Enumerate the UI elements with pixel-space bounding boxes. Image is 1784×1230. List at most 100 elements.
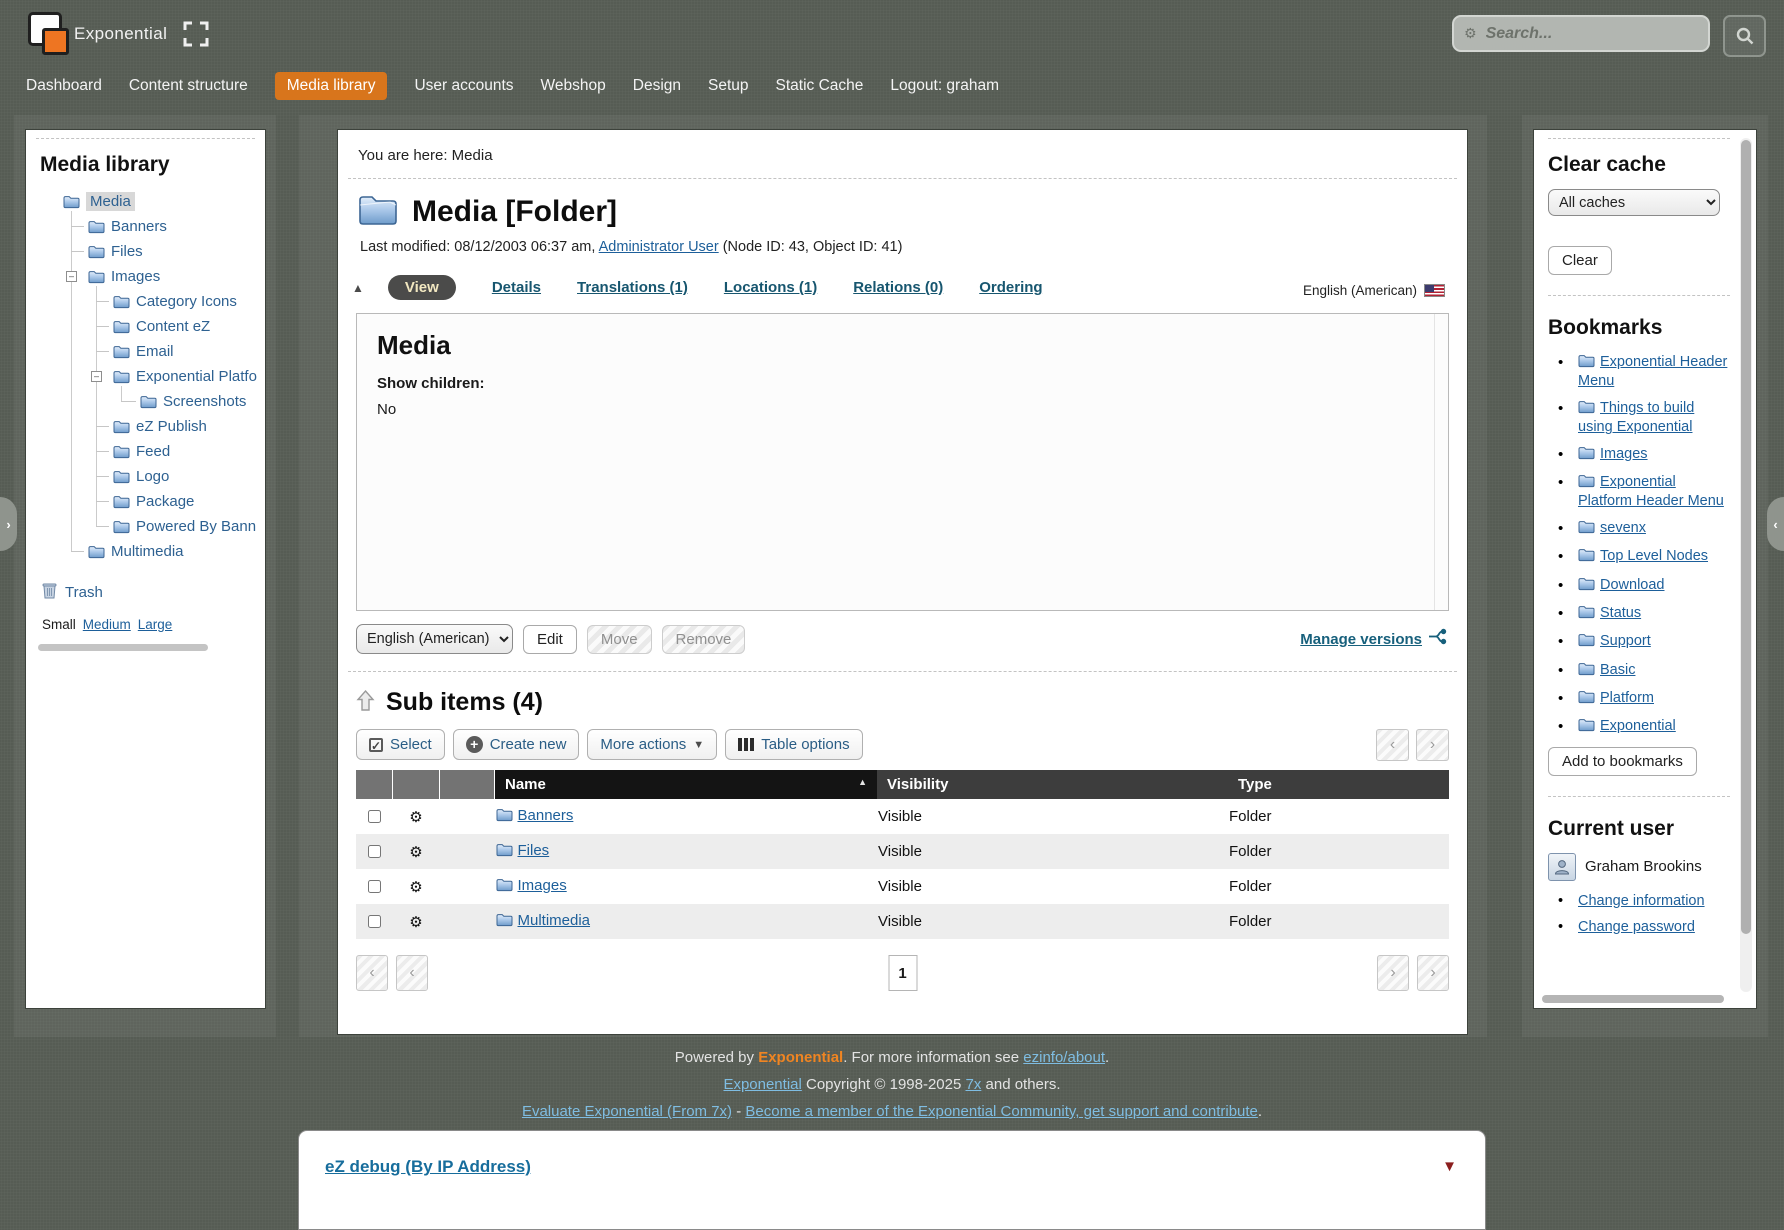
bookmark-link-exponential-platform-header-menu[interactable]: Exponential Platform Header Menu (1578, 474, 1724, 509)
table-options-button[interactable]: Table options (725, 729, 862, 760)
debug-toggle-icon[interactable]: ▼ (1442, 1158, 1457, 1175)
language-select[interactable]: English (American) (356, 624, 513, 654)
tab-view[interactable]: View (388, 275, 456, 300)
folder-icon (1578, 474, 1595, 493)
size-large-link[interactable]: Large (138, 617, 173, 632)
row-link-banners[interactable]: Banners (518, 807, 574, 824)
tree-link-exponential-platfo[interactable]: Exponential Platfo (136, 368, 257, 385)
size-medium-link[interactable]: Medium (83, 617, 131, 632)
tree-link-screenshots[interactable]: Screenshots (163, 393, 246, 410)
row-gear-icon[interactable]: ⚙ (393, 904, 440, 939)
bookmark-link-images[interactable]: Images (1600, 446, 1648, 462)
row-checkbox[interactable] (368, 845, 381, 858)
nav-item-static-cache[interactable]: Static Cache (776, 72, 864, 100)
tree-link-files[interactable]: Files (111, 243, 143, 260)
scrollbar-thumb[interactable] (1741, 140, 1751, 934)
header-type[interactable]: Type (1228, 770, 1449, 799)
cache-select[interactable]: All caches (1548, 189, 1720, 216)
modifier-link[interactable]: Administrator User (599, 239, 719, 255)
tree-link-powered-by-bann[interactable]: Powered By Bann (136, 518, 256, 535)
search-button[interactable] (1723, 15, 1766, 57)
tree-link-content-ez[interactable]: Content eZ (136, 318, 210, 335)
bookmark-link-exponential[interactable]: Exponential (1600, 718, 1676, 734)
tab-locations-1[interactable]: Locations (1) (724, 279, 817, 296)
right-horizontal-scrollbar[interactable] (1542, 995, 1724, 1003)
manage-versions-link[interactable]: Manage versions (1300, 631, 1422, 648)
seven-x-link[interactable]: 7x (966, 1076, 982, 1093)
header-visibility[interactable]: Visibility (877, 770, 1228, 799)
tab-details[interactable]: Details (492, 279, 541, 296)
collapse-minus-icon[interactable]: – (66, 271, 77, 282)
bookmark-link-basic[interactable]: Basic (1600, 662, 1635, 678)
bookmark-link-status[interactable]: Status (1600, 605, 1641, 621)
bookmark-link-platform[interactable]: Platform (1600, 690, 1654, 706)
row-checkbox[interactable] (368, 810, 381, 823)
trash-link[interactable]: Trash (65, 584, 103, 601)
tab-ordering[interactable]: Ordering (979, 279, 1042, 296)
tree-link-email[interactable]: Email (136, 343, 174, 360)
change-information-link[interactable]: Change information (1578, 893, 1705, 909)
clear-cache-button[interactable]: Clear (1548, 246, 1612, 275)
create-new-button[interactable]: + Create new (453, 729, 580, 760)
left-collapse-handle[interactable]: › (0, 497, 17, 551)
exponential-link[interactable]: Exponential (723, 1076, 801, 1093)
select-button[interactable]: ✓ Select (356, 729, 445, 760)
tree-link-media[interactable]: Media (86, 192, 135, 211)
collapse-minus-icon[interactable]: – (91, 371, 102, 382)
nav-item-user-accounts[interactable]: User accounts (414, 72, 513, 100)
collapse-caret-icon[interactable]: ▲ (352, 281, 364, 295)
edit-button[interactable]: Edit (523, 625, 577, 654)
header-name[interactable]: Name▲ (495, 770, 878, 799)
folder-icon (1578, 690, 1595, 709)
nav-item-design[interactable]: Design (633, 72, 681, 100)
row-link-images[interactable]: Images (518, 877, 567, 894)
search-input[interactable] (1484, 24, 1707, 44)
nav-item-dashboard[interactable]: Dashboard (26, 72, 102, 100)
change-password-link[interactable]: Change password (1578, 919, 1695, 935)
bookmark-link-download[interactable]: Download (1600, 577, 1665, 593)
row-gear-icon[interactable]: ⚙ (393, 869, 440, 904)
bookmark-link-sevenx[interactable]: sevenx (1600, 520, 1646, 536)
bookmark-link-things-to-build-using-exponential[interactable]: Things to build using Exponential (1578, 400, 1694, 435)
folder-icon (113, 495, 130, 509)
row-link-multimedia[interactable]: Multimedia (518, 912, 591, 929)
nav-item-logout-graham[interactable]: Logout: graham (890, 72, 999, 100)
row-spacer (440, 904, 495, 939)
community-link[interactable]: Become a member of the Exponential Commu… (745, 1103, 1258, 1120)
tab-translations-1[interactable]: Translations (1) (577, 279, 688, 296)
tab-relations-0[interactable]: Relations (0) (853, 279, 943, 296)
row-checkbox[interactable] (368, 880, 381, 893)
tree-link-banners[interactable]: Banners (111, 218, 167, 235)
tree-link-package[interactable]: Package (136, 493, 194, 510)
tree-link-images[interactable]: Images (111, 268, 160, 285)
tree-item-feed: Feed (36, 439, 255, 464)
add-to-bookmarks-button[interactable]: Add to bookmarks (1548, 747, 1697, 776)
bookmark-link-top-level-nodes[interactable]: Top Level Nodes (1600, 548, 1708, 564)
tree-link-multimedia[interactable]: Multimedia (111, 543, 184, 560)
nav-item-media-library[interactable]: Media library (275, 72, 388, 100)
left-horizontal-scrollbar[interactable] (38, 644, 208, 651)
row-checkbox[interactable] (368, 915, 381, 928)
nav-item-webshop[interactable]: Webshop (541, 72, 606, 100)
nav-item-content-structure[interactable]: Content structure (129, 72, 248, 100)
bookmark-link-exponential-header-menu[interactable]: Exponential Header Menu (1578, 354, 1727, 389)
row-link-files[interactable]: Files (518, 842, 550, 859)
right-vertical-scrollbar[interactable] (1740, 138, 1752, 992)
debug-link[interactable]: eZ debug (By IP Address) (325, 1157, 531, 1176)
evaluate-link[interactable]: Evaluate Exponential (From 7x) (522, 1103, 732, 1120)
app-logo[interactable] (28, 12, 74, 56)
tree-link-feed[interactable]: Feed (136, 443, 170, 460)
tree-link-ez-publish[interactable]: eZ Publish (136, 418, 207, 435)
more-actions-button[interactable]: More actions ▼ (587, 729, 717, 760)
row-gear-icon[interactable]: ⚙ (393, 834, 440, 869)
fullscreen-icon[interactable] (183, 21, 209, 52)
subitems-arrow-icon[interactable] (356, 689, 375, 717)
right-collapse-handle[interactable]: ‹ (1767, 497, 1784, 551)
ezinfo-link[interactable]: ezinfo/about (1023, 1049, 1105, 1066)
bookmark-item: Platform (1548, 690, 1730, 709)
nav-item-setup[interactable]: Setup (708, 72, 749, 100)
bookmark-link-support[interactable]: Support (1600, 633, 1651, 649)
tree-link-logo[interactable]: Logo (136, 468, 169, 485)
row-gear-icon[interactable]: ⚙ (393, 799, 440, 834)
tree-link-category-icons[interactable]: Category Icons (136, 293, 237, 310)
